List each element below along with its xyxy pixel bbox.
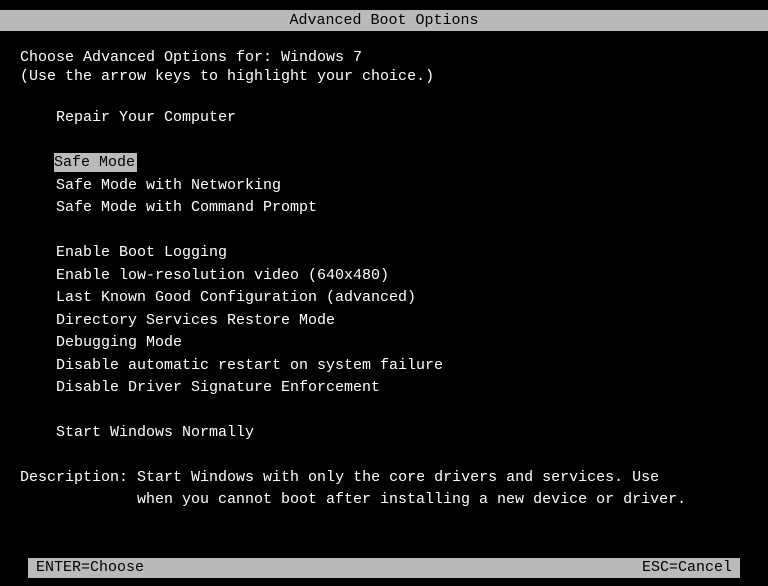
option-disable-auto-restart[interactable]: Disable automatic restart on system fail… (20, 355, 748, 378)
option-enable-boot-logging[interactable]: Enable Boot Logging (20, 242, 748, 265)
option-disable-driver-sig-enforcement[interactable]: Disable Driver Signature Enforcement (20, 377, 748, 400)
description-line-1: Description: Start Windows with only the… (20, 467, 748, 489)
header-os: Windows 7 (281, 49, 362, 66)
option-safe-mode-command-prompt[interactable]: Safe Mode with Command Prompt (20, 197, 748, 220)
option-safe-mode-networking[interactable]: Safe Mode with Networking (20, 175, 748, 198)
option-directory-services-restore[interactable]: Directory Services Restore Mode (20, 310, 748, 333)
option-last-known-good-config[interactable]: Last Known Good Configuration (advanced) (20, 287, 748, 310)
footer-enter-hint: ENTER=Choose (36, 558, 144, 578)
option-start-windows-normally[interactable]: Start Windows Normally (20, 422, 748, 445)
title-text: Advanced Boot Options (289, 12, 478, 29)
spacer (20, 400, 748, 423)
description-line-2: when you cannot boot after installing a … (20, 489, 748, 511)
header-line-2: (Use the arrow keys to highlight your ch… (20, 68, 748, 85)
header-prefix: Choose Advanced Options for: (20, 49, 281, 66)
description-label: Description: (20, 469, 137, 486)
boot-options-list: Repair Your Computer Safe Mode Safe Mode… (20, 107, 748, 445)
option-debugging-mode[interactable]: Debugging Mode (20, 332, 748, 355)
option-safe-mode[interactable]: Safe Mode (20, 152, 748, 175)
option-enable-low-res-video[interactable]: Enable low-resolution video (640x480) (20, 265, 748, 288)
description-text-1: Start Windows with only the core drivers… (137, 469, 659, 486)
footer-esc-hint: ESC=Cancel (642, 558, 732, 578)
spacer (20, 130, 748, 153)
header-line-1: Choose Advanced Options for: Windows 7 (20, 49, 748, 66)
spacer (20, 220, 748, 243)
content-area: Choose Advanced Options for: Windows 7 (… (0, 31, 768, 511)
description-block: Description: Start Windows with only the… (20, 467, 748, 511)
title-bar: Advanced Boot Options (0, 10, 768, 31)
option-repair-your-computer[interactable]: Repair Your Computer (20, 107, 748, 130)
footer-bar: ENTER=Choose ESC=Cancel (28, 558, 740, 578)
